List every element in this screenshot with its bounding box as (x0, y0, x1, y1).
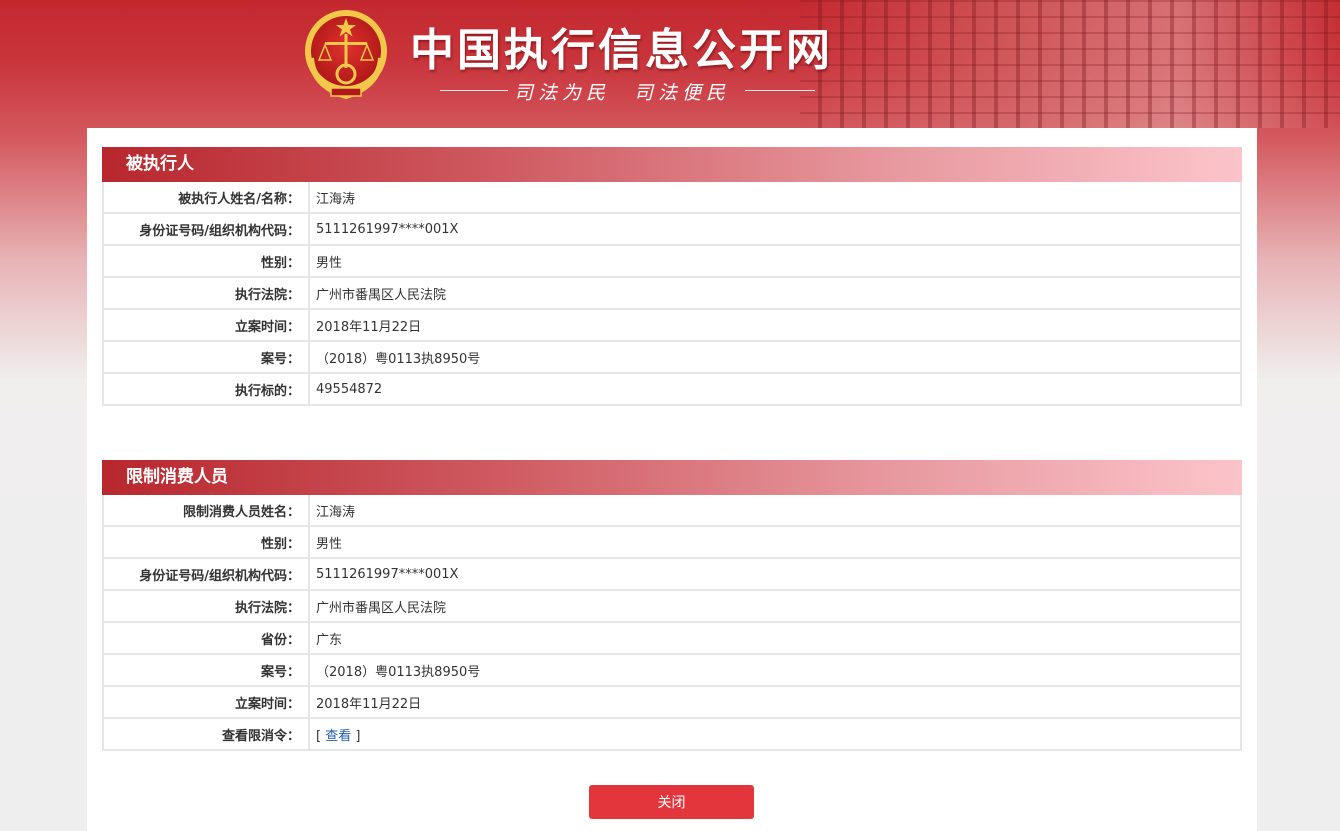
row-label: 性别： (104, 246, 310, 278)
row-label: 案号： (104, 342, 310, 374)
table-row: 执行法院： 广州市番禺区人民法院 (104, 591, 1240, 623)
table-row: 身份证号码/组织机构代码： 5111261997****001X (104, 214, 1240, 246)
row-label: 执行法院： (104, 278, 310, 310)
row-label: 身份证号码/组织机构代码： (104, 214, 310, 246)
row-value: 江海涛 (310, 182, 1240, 214)
row-value: 49554872 (316, 381, 383, 397)
close-button[interactable]: 关闭 (589, 785, 754, 819)
row-label: 立案时间： (104, 310, 310, 342)
table-row: 性别： 男性 (104, 246, 1240, 278)
row-value: 5111261997****001X (310, 214, 1240, 246)
row-label: 身份证号码/组织机构代码： (104, 559, 310, 591)
table-row: 被执行人姓名/名称： 江海涛 (104, 182, 1240, 214)
row-value: 广州市番禺区人民法院 (310, 278, 1240, 310)
bracket-close: ] (351, 728, 361, 744)
site-slogan: 司法为民 司法便民 (514, 82, 731, 104)
table-row: 执行法院： 广州市番禺区人民法院 (104, 278, 1240, 310)
row-label: 执行标的： (104, 374, 310, 404)
row-value: 男性 (310, 527, 1240, 559)
row-label: 案号： (104, 655, 310, 687)
national-court-emblem-icon (305, 10, 387, 100)
row-value: 江海涛 (310, 495, 1240, 527)
site-title: 中国执行信息公开网 (410, 25, 833, 76)
slogan-left-line (440, 90, 508, 91)
row-label: 立案时间： (104, 687, 310, 719)
row-value: （2018）粤0113执8950号 (310, 655, 1240, 687)
row-value: （2018）粤0113执8950号 (310, 342, 1240, 374)
site-header: 中国执行信息公开网 司法为民 司法便民 (0, 0, 1340, 128)
main-panel: 被执行人 被执行人姓名/名称： 江海涛 身份证号码/组织机构代码： 511126… (87, 128, 1257, 831)
row-value: 2018年11月22日 (310, 687, 1240, 719)
row-label: 性别： (104, 527, 310, 559)
executee-section-heading: 被执行人 (102, 147, 1242, 182)
row-value: 男性 (310, 246, 1240, 278)
row-value: [ 查看 ] (310, 719, 1240, 749)
table-row: 查看限消令： [ 查看 ] (104, 719, 1240, 749)
table-row: 案号： （2018）粤0113执8950号 (104, 342, 1240, 374)
view-restriction-order-link[interactable]: 查看 (325, 729, 351, 744)
restricted-info-table: 限制消费人员姓名： 江海涛 性别： 男性 身份证号码/组织机构代码： 51112… (102, 495, 1242, 751)
slogan-right-line (745, 90, 815, 91)
row-label: 查看限消令： (104, 719, 310, 749)
table-row: 省份： 广东 (104, 623, 1240, 655)
bracket-open: [ (316, 728, 326, 744)
table-row: 案号： （2018）粤0113执8950号 (104, 655, 1240, 687)
row-label: 执行法院： (104, 591, 310, 623)
table-row: 身份证号码/组织机构代码： 5111261997****001X (104, 559, 1240, 591)
row-label: 限制消费人员姓名： (104, 495, 310, 527)
row-label: 被执行人姓名/名称： (104, 182, 310, 214)
table-row: 限制消费人员姓名： 江海涛 (104, 495, 1240, 527)
court-building-background (800, 0, 1340, 128)
row-value: 广东 (310, 623, 1240, 655)
restricted-section-heading: 限制消费人员 (102, 460, 1242, 495)
row-value: 5111261997****001X (310, 559, 1240, 591)
executee-info-table: 被执行人姓名/名称： 江海涛 身份证号码/组织机构代码： 5111261997*… (102, 182, 1242, 406)
row-value: 2018年11月22日 (310, 310, 1240, 342)
table-row: 执行标的： 49554872 (104, 374, 1240, 404)
table-row: 立案时间： 2018年11月22日 (104, 310, 1240, 342)
row-value: 广州市番禺区人民法院 (310, 591, 1240, 623)
row-label: 省份： (104, 623, 310, 655)
table-row: 立案时间： 2018年11月22日 (104, 687, 1240, 719)
table-row: 性别： 男性 (104, 527, 1240, 559)
